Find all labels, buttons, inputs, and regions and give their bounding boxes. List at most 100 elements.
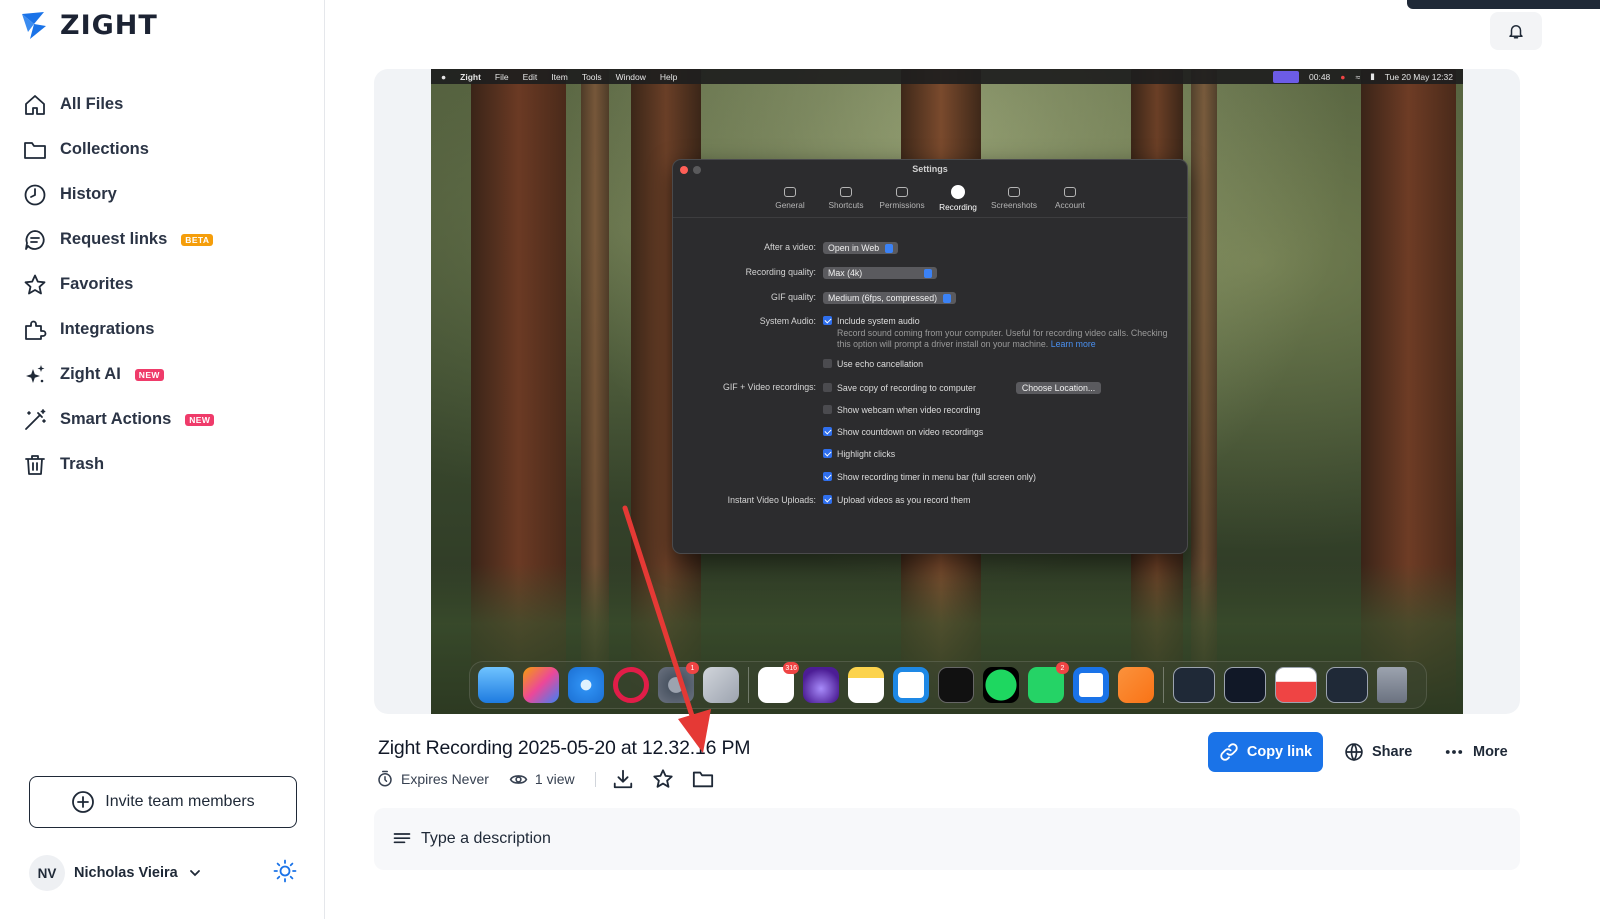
- sparkles-icon: [22, 362, 48, 388]
- window-thumbnail-icon: [1326, 667, 1368, 703]
- mac-app-name: Zight: [460, 71, 481, 82]
- launchpad-icon: [523, 667, 559, 703]
- pages-icon: [1118, 667, 1154, 703]
- keyboard-icon: [840, 187, 852, 197]
- sidebar-item-label: Smart Actions: [60, 410, 172, 428]
- recording-preview[interactable]: ● Zight File Edit Item Tools Window Help…: [374, 69, 1520, 714]
- tab-label: Shortcuts: [828, 200, 864, 210]
- invite-label: Invite team members: [105, 793, 255, 810]
- copy-link-button[interactable]: Copy link: [1208, 732, 1323, 772]
- meta-divider: [594, 771, 596, 787]
- description-field[interactable]: Type a description: [374, 808, 1520, 870]
- notes-icon: [848, 667, 884, 703]
- checkbox-label: Upload videos as you record them: [837, 495, 971, 505]
- more-dots-icon: [1445, 750, 1463, 754]
- share-label: Share: [1372, 744, 1413, 760]
- setting-quality: Recording quality: Max (4k): [673, 267, 1187, 280]
- beta-badge: BETA: [181, 233, 214, 246]
- slack-icon: 316: [758, 662, 799, 703]
- sidebar-item-integrations[interactable]: Integrations: [22, 307, 312, 352]
- setting-label: After a video:: [764, 242, 816, 252]
- sidebar-item-favorites[interactable]: Favorites: [22, 262, 312, 307]
- expires-text: Expires Never: [401, 771, 489, 787]
- download-button[interactable]: [612, 768, 634, 790]
- views-text: 1 view: [534, 771, 575, 787]
- sidebar-item-label: History: [60, 185, 117, 203]
- mac-menu-item: File: [494, 71, 509, 82]
- notification-badge: 316: [783, 662, 799, 674]
- sidebar-item-all-files[interactable]: All Files: [22, 82, 312, 127]
- favorite-button[interactable]: [652, 768, 674, 790]
- sidebar-item-history[interactable]: History: [22, 172, 312, 217]
- tab-label: Screenshots: [990, 200, 1038, 210]
- battery-icon: ▮: [1370, 71, 1375, 81]
- mac-dock: 1 316 2: [469, 661, 1427, 709]
- brand-logo[interactable]: ZIGHT: [18, 8, 158, 42]
- zight-logo-icon: [22, 12, 46, 39]
- sidebar-item-label: All Files: [60, 95, 124, 113]
- recording-title[interactable]: Zight Recording 2025-05-20 at 12.32.16 P…: [378, 737, 750, 760]
- settings-window: Settings General Shortcuts Permissions R…: [672, 159, 1188, 554]
- sidebar-item-trash[interactable]: Trash: [22, 442, 312, 487]
- setting-save-copy: GIF + Video recordings: Save copy of rec…: [673, 382, 1187, 394]
- expiry-info[interactable]: Expires Never: [376, 770, 489, 788]
- trash-icon: [22, 452, 48, 478]
- plus-circle-icon: [72, 791, 95, 813]
- spotify-icon: [983, 667, 1019, 703]
- more-label: More: [1473, 744, 1508, 760]
- sidebar-item-zight-ai[interactable]: Zight AI NEW: [22, 352, 312, 397]
- after-video-select: Open in Web: [823, 242, 899, 255]
- tab-account: Account: [1044, 184, 1096, 212]
- chevron-down-icon[interactable]: [188, 866, 202, 880]
- sun-icon[interactable]: [273, 859, 297, 888]
- sidebar-item-request-links[interactable]: Request links BETA: [22, 217, 312, 262]
- checkbox-label: Show countdown on video recordings: [837, 427, 984, 437]
- checkbox-checked: [823, 472, 832, 482]
- mac-timer: 00:48: [1309, 71, 1331, 82]
- setting-highlight: Highlight clicks: [673, 449, 1187, 459]
- sidebar-item-smart-actions[interactable]: Smart Actions NEW: [22, 397, 312, 442]
- sidebar-item-label: Collections: [60, 140, 149, 158]
- setting-echo: Use echo cancellation: [673, 359, 1187, 369]
- sidebar-item-label: Request links: [60, 230, 168, 248]
- checkbox-checked: [823, 316, 832, 326]
- magic-wand-icon: [22, 407, 48, 433]
- more-button[interactable]: More: [1444, 735, 1508, 769]
- top-dark-strip: [1407, 0, 1600, 9]
- mac-menu-item: Window: [615, 71, 646, 82]
- bell-icon: [1509, 25, 1523, 39]
- video-frame[interactable]: ● Zight File Edit Item Tools Window Help…: [431, 69, 1463, 714]
- gif-quality-select: Medium (6fps, compressed): [823, 292, 957, 305]
- share-button[interactable]: Share: [1344, 735, 1412, 769]
- obsidian-icon: [803, 667, 839, 703]
- setting-system-audio: System Audio: Include system audio Recor…: [673, 316, 1187, 350]
- audio-help-text: Record sound coming from your computer. …: [823, 328, 1173, 350]
- checkbox-unchecked: [823, 359, 832, 369]
- video-camera-icon: [951, 185, 965, 199]
- window-thumbnail-icon: [1173, 667, 1215, 703]
- setting-countdown: Show countdown on video recordings: [673, 427, 1187, 437]
- checkbox-checked: [823, 495, 832, 505]
- setting-label: Recording quality:: [745, 267, 816, 277]
- notifications-button[interactable]: [1490, 12, 1542, 50]
- checkbox-checked: [823, 449, 832, 459]
- setting-instant-upload: Instant Video Uploads: Upload videos as …: [673, 495, 1187, 505]
- tab-label: Permissions: [879, 200, 925, 210]
- user-menu[interactable]: NV Nicholas Vieira: [29, 855, 299, 891]
- copy-link-label: Copy link: [1246, 744, 1313, 760]
- folder-icon: [692, 771, 713, 788]
- sidebar-item-collections[interactable]: Collections: [22, 127, 312, 172]
- mac-menu-item: Tools: [581, 71, 602, 82]
- checkbox-unchecked: [823, 405, 832, 415]
- invite-team-members-button[interactable]: Invite team members: [29, 776, 297, 828]
- dock-separator: [1163, 667, 1164, 703]
- checkbox-icon: [896, 187, 908, 197]
- setting-label: System Audio:: [759, 316, 816, 326]
- tab-label: General: [775, 200, 805, 210]
- add-to-collection-button[interactable]: [692, 768, 714, 790]
- checkbox-label: Highlight clicks: [837, 449, 896, 459]
- select-value: Max (4k): [828, 268, 863, 278]
- app-root: ZIGHT All Files Collections History Requ…: [0, 0, 1600, 919]
- eye-icon: [509, 774, 528, 784]
- sidebar-item-label: Trash: [60, 455, 105, 473]
